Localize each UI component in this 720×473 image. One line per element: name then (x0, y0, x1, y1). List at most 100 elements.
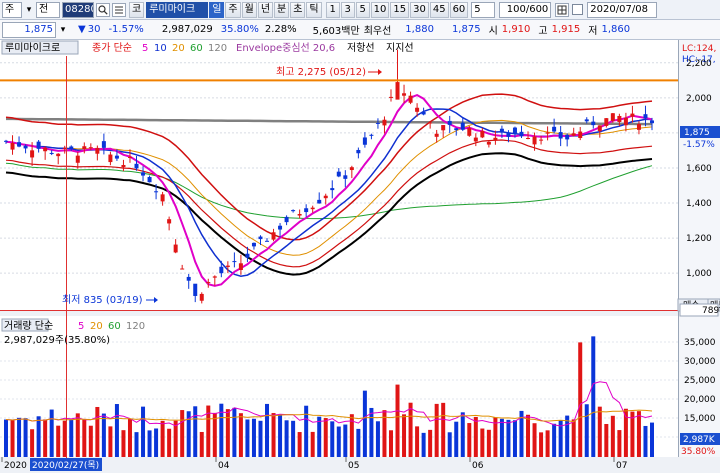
volume-bar (330, 421, 335, 457)
volume-bar (395, 384, 400, 457)
candle-body (238, 263, 243, 270)
volume-bar (4, 419, 8, 457)
interval-1-button[interactable]: 1 (325, 1, 340, 18)
interval-45-button[interactable]: 45 (429, 1, 449, 18)
volume-bar (604, 423, 609, 457)
volume-bar (369, 407, 374, 457)
panel-splitter[interactable] (0, 311, 720, 316)
company-name-field[interactable]: 루미마이크 (146, 1, 209, 18)
volume-bar (141, 406, 146, 457)
candle-body (428, 122, 433, 124)
chevron-down-icon[interactable]: ▾ (24, 3, 34, 17)
candle-body (447, 120, 452, 125)
candle-body (180, 268, 185, 270)
interval-60-button[interactable]: 60 (449, 1, 469, 18)
volume-bar (421, 432, 426, 457)
interval-30-button[interactable]: 30 (410, 1, 429, 18)
candle-body (147, 177, 152, 183)
candle-body (506, 132, 511, 137)
interval-15-button[interactable]: 15 (390, 1, 410, 18)
sub-value: 789 (702, 306, 719, 316)
candle-body (127, 156, 132, 158)
volume-bar (643, 425, 648, 457)
volume-bar (284, 420, 289, 457)
legend-envelope[interactable]: Envelope중심선 20,6 (236, 42, 335, 54)
volume-bar (526, 414, 531, 457)
candle-body (258, 236, 263, 240)
candle-body (591, 121, 596, 126)
list-icon[interactable] (112, 2, 126, 17)
period-month-button[interactable]: 월 (241, 1, 257, 18)
candle-body (206, 282, 211, 284)
legend-ma5[interactable]: 5 (142, 43, 148, 54)
volume-bar (147, 430, 152, 457)
turnover-percent: 2.28% (264, 24, 297, 35)
volume-bar (278, 414, 283, 457)
period-week-button[interactable]: 주 (225, 1, 241, 18)
candle-body (421, 111, 426, 115)
market-select[interactable]: 주 (2, 1, 22, 18)
candle-body (193, 283, 198, 296)
candle-body (10, 142, 15, 150)
volume-bar (225, 409, 230, 457)
legend-ma60[interactable]: 60 (190, 43, 203, 54)
count-input[interactable]: 100/600 (499, 1, 552, 18)
legend-ma20[interactable]: 20 (172, 43, 185, 54)
legend-ma10[interactable]: 10 (154, 43, 167, 54)
option-checkbox[interactable] (572, 4, 584, 15)
volume-tick-label: 15,000 (684, 414, 716, 424)
candle-body (232, 261, 237, 263)
candle-body (434, 133, 439, 137)
low-price: 1,860 (601, 24, 631, 35)
grid-icon[interactable] (555, 2, 570, 17)
right-lc-label: LC:124, (682, 44, 716, 54)
change-percent: -1.57% (108, 24, 144, 35)
candle-body (17, 142, 22, 147)
candle-body (356, 149, 361, 154)
search-icon[interactable] (96, 2, 110, 17)
interval-5-button[interactable]: 5 (355, 1, 370, 18)
high-price: 1,915 (551, 24, 581, 35)
volume-ma5[interactable]: 5 (78, 321, 84, 332)
interval-3-button[interactable]: 3 (340, 1, 355, 18)
volume-bar (486, 429, 491, 457)
candle-body (69, 146, 74, 149)
volume-bar (375, 421, 380, 457)
type-select[interactable]: 전 (36, 1, 60, 18)
stock-chart[interactable]: 루미마이크로 종가 단순 5 10 20 60 120 Envelope중심선 … (0, 40, 720, 473)
candle-body (219, 266, 224, 274)
interval-10-button[interactable]: 10 (370, 1, 390, 18)
period-day-button[interactable]: 일 (209, 1, 225, 18)
volume-bar (356, 428, 361, 457)
interval-input[interactable]: 5 (471, 1, 496, 18)
date-input[interactable]: 2020/07/08 (587, 1, 658, 18)
candle-body (330, 188, 335, 191)
period-minute-button[interactable]: 분 (274, 1, 290, 18)
volume-ratio: 35.80% (220, 24, 259, 35)
legend-support[interactable]: 지지선 (386, 42, 414, 54)
candle-body (460, 122, 465, 130)
down-arrow-icon: ▼ (78, 24, 86, 35)
candle-body (480, 130, 485, 138)
candle-body (375, 122, 380, 124)
stock-code-input[interactable]: 082800 (62, 1, 94, 18)
period-second-button[interactable]: 초 (290, 1, 306, 18)
candle-body (395, 82, 400, 100)
candle-body (441, 125, 446, 131)
volume-ma20[interactable]: 20 (90, 321, 103, 332)
volume-bar (441, 402, 446, 457)
candle-body (545, 132, 550, 134)
volume-ma60[interactable]: 60 (108, 321, 121, 332)
legend-ma120[interactable]: 120 (208, 43, 227, 54)
volume-ma120[interactable]: 120 (126, 321, 145, 332)
volume-bar (43, 419, 48, 457)
volume-bar (23, 418, 28, 457)
volume-bar (552, 423, 557, 457)
chevron-down-icon[interactable]: ▾ (58, 23, 68, 37)
legend-resistance[interactable]: 저항선 (347, 42, 375, 54)
period-year-button[interactable]: 년 (257, 1, 274, 18)
volume-bar (232, 407, 237, 457)
volume-bar (134, 432, 139, 457)
period-tick-button[interactable]: 틱 (306, 1, 322, 18)
volume-bar (388, 430, 393, 457)
